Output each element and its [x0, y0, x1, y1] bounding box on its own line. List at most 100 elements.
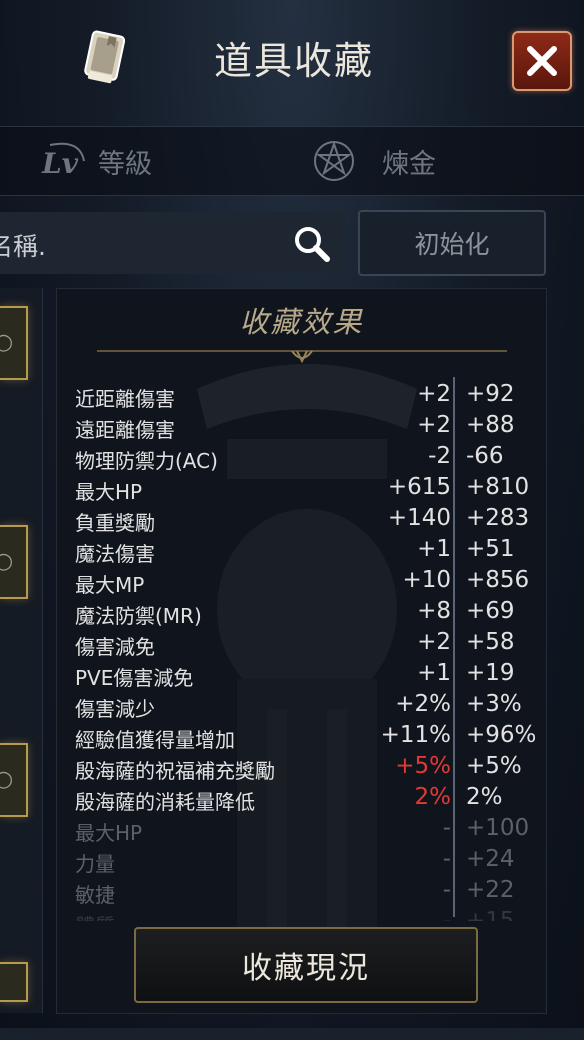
collection-effect-panel: 收藏效果 近距離傷害 +2 +92 遠距離傷害 +2 +88 物理防禦力(AC) -2 -66 最… — [56, 288, 547, 1014]
stat-current-value: +8 — [417, 598, 451, 624]
bottom-bar — [0, 1028, 584, 1040]
stat-name: 遠距離傷害 — [75, 418, 175, 442]
close-icon — [527, 46, 557, 76]
tab-level-label: 等級 — [98, 148, 152, 180]
stat-current-value: +140 — [387, 505, 451, 531]
svg-text:Lv: Lv — [41, 147, 79, 180]
stat-current-value: +2 — [417, 629, 451, 655]
stat-current-value: - — [442, 908, 451, 921]
stat-current-value: +615 — [387, 474, 451, 500]
stats-list: 近距離傷害 +2 +92 遠距離傷害 +2 +88 物理防禦力(AC) -2 -66 最大HP +6… — [75, 381, 535, 921]
stat-current-value: - — [442, 815, 451, 841]
ornament-divider — [97, 350, 507, 364]
stat-row: 殷海薩的消耗量降低 2% 2% — [75, 784, 535, 815]
collection-slot[interactable]: ○ — [0, 743, 28, 817]
stat-row: 殷海薩的祝福補充獎勵 +5% +5% — [75, 753, 535, 784]
stat-total-value: +19 — [466, 660, 515, 686]
stat-name: 殷海薩的祝福補充獎勵 — [75, 759, 275, 783]
stat-total-value: +92 — [466, 381, 515, 407]
stat-total-value: +3% — [466, 691, 522, 717]
stat-row: 近距離傷害 +2 +92 — [75, 381, 535, 412]
tab-level[interactable]: Lv 等級 — [40, 139, 152, 183]
stat-name: 殷海薩的消耗量降低 — [75, 790, 255, 814]
stat-name: PVE傷害減免 — [75, 666, 194, 690]
stat-row: 魔法傷害 +1 +51 — [75, 536, 535, 567]
stat-row: 魔法防禦(MR) +8 +69 — [75, 598, 535, 629]
stat-total-value: +15 — [466, 908, 515, 921]
search-icon[interactable] — [292, 224, 332, 264]
collection-slot[interactable]: ○ — [0, 525, 28, 599]
stat-row: 傷害減免 +2 +58 — [75, 629, 535, 660]
stat-current-value: +2 — [417, 381, 451, 407]
search-input[interactable]: 名稱. — [0, 212, 346, 274]
stat-name: 力量 — [75, 852, 115, 876]
stat-row: 敏捷 - +22 — [75, 877, 535, 908]
stat-row: 經驗值獲得量增加 +11% +96% — [75, 722, 535, 753]
stat-total-value: +856 — [466, 567, 530, 593]
page-title: 道具收藏 — [214, 39, 375, 83]
stat-row: 力量 - +24 — [75, 846, 535, 877]
stat-row: 傷害減少 +2% +3% — [75, 691, 535, 722]
collection-list: ○ ○ ○ — [0, 288, 43, 1013]
book-icon — [84, 30, 126, 84]
stat-row: 遠距離傷害 +2 +88 — [75, 412, 535, 443]
stat-name: 魔法防禦(MR) — [75, 604, 202, 628]
stat-current-value: - — [442, 846, 451, 872]
reset-button[interactable]: 初始化 — [358, 210, 546, 276]
stat-total-value: -66 — [466, 443, 504, 469]
tab-alchemy[interactable]: 煉金 — [312, 139, 436, 183]
stat-name: 經驗值獲得量增加 — [75, 728, 235, 752]
stat-current-value: +5% — [395, 753, 451, 779]
search-placeholder: 名稱. — [0, 232, 46, 261]
stat-row: 體質 - +15 — [75, 908, 535, 921]
slot-marker-icon: ○ — [0, 767, 14, 792]
stat-current-value: +2% — [395, 691, 451, 717]
stat-name: 傷害減少 — [75, 697, 155, 721]
slot-marker-icon: ○ — [0, 549, 14, 574]
stat-total-value: +24 — [466, 846, 515, 872]
stat-row: 最大HP +615 +810 — [75, 474, 535, 505]
header: 道具收藏 — [0, 0, 584, 120]
stat-name: 最大HP — [75, 821, 143, 845]
stat-name: 最大HP — [75, 480, 143, 504]
stat-current-value: +1 — [417, 536, 451, 562]
stat-name: 近距離傷害 — [75, 387, 175, 411]
stat-current-value: -2 — [428, 443, 451, 469]
stat-name: 敏捷 — [75, 883, 115, 907]
close-button[interactable] — [512, 31, 572, 91]
stat-row: PVE傷害減免 +1 +19 — [75, 660, 535, 691]
stat-current-value: +11% — [380, 722, 451, 748]
stat-total-value: 2% — [466, 784, 503, 810]
stat-current-value: 2% — [414, 784, 452, 810]
panel-title: 收藏效果 — [239, 305, 364, 339]
stat-total-value: +22 — [466, 877, 515, 903]
stat-name: 體質 — [75, 910, 115, 921]
collection-status-button[interactable]: 收藏現況 — [134, 927, 478, 1003]
stat-name: 最大MP — [75, 573, 145, 597]
stat-current-value: +10 — [402, 567, 451, 593]
pentagram-icon — [314, 140, 354, 181]
stat-row: 物理防禦力(AC) -2 -66 — [75, 443, 535, 474]
stat-total-value: +69 — [466, 598, 515, 624]
stat-total-value: +58 — [466, 629, 515, 655]
stat-row: 最大HP - +100 — [75, 815, 535, 846]
stat-total-value: +100 — [466, 815, 530, 841]
stat-row: 最大MP +10 +856 — [75, 567, 535, 598]
stat-row: 負重獎勵 +140 +283 — [75, 505, 535, 536]
stat-total-value: +5% — [466, 753, 522, 779]
stat-name: 負重獎勵 — [75, 511, 155, 535]
stat-total-value: +96% — [466, 722, 535, 748]
stat-name: 物理防禦力(AC) — [75, 449, 218, 473]
stat-current-value: +1 — [417, 660, 451, 686]
collection-slot[interactable] — [0, 962, 28, 1002]
tab-alchemy-label: 煉金 — [382, 148, 436, 180]
stat-total-value: +810 — [466, 474, 530, 500]
lv-icon: Lv — [41, 142, 85, 180]
stat-name: 傷害減免 — [75, 635, 155, 659]
stat-total-value: +283 — [466, 505, 530, 531]
collection-slot[interactable]: ○ — [0, 306, 28, 380]
stat-current-value: +2 — [417, 412, 451, 438]
stat-total-value: +51 — [466, 536, 515, 562]
tab-bar: Lv 等級 煉金 — [0, 126, 584, 196]
slot-marker-icon: ○ — [0, 330, 14, 355]
